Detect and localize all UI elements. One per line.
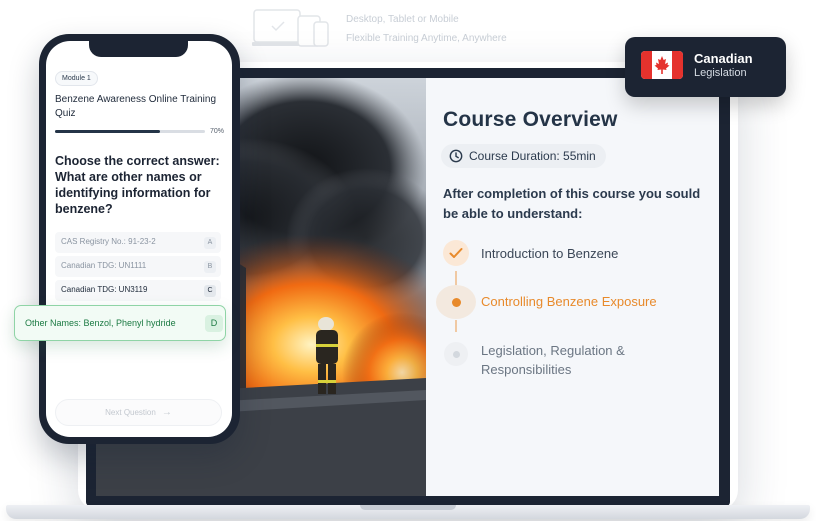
answer-text: CAS Registry No.: 91-23-2 bbox=[61, 237, 156, 246]
arrow-right-icon: → bbox=[161, 407, 172, 418]
badge-subtitle: Legislation bbox=[694, 67, 747, 79]
answer-text: Canadian TDG: UN3119 bbox=[61, 285, 148, 294]
devices-illustration-icon bbox=[252, 8, 336, 52]
answer-option-c[interactable]: Canadian TDG: UN3119 C bbox=[55, 280, 221, 301]
answer-key: D bbox=[205, 315, 223, 332]
course-title: Course Overview bbox=[443, 108, 618, 131]
current-step-icon bbox=[436, 285, 476, 319]
module-chip: Module 1 bbox=[55, 71, 98, 86]
next-question-button[interactable]: Next Question → bbox=[55, 399, 222, 426]
top-caption-line1: Desktop, Tablet or Mobile bbox=[346, 14, 459, 25]
answer-key: C bbox=[204, 285, 216, 297]
answer-key: A bbox=[204, 237, 216, 249]
course-step-label: Controlling Benzene Exposure bbox=[481, 294, 657, 309]
next-question-label: Next Question bbox=[105, 408, 156, 417]
quiz-progress-label: 70% bbox=[210, 128, 225, 135]
course-intro-text: After completion of this course you soul… bbox=[443, 186, 701, 221]
answer-option-d-selected[interactable]: Other Names: Benzol, Phenyl hydride D bbox=[14, 305, 226, 341]
answer-text: Other Names: Benzol, Phenyl hydride bbox=[25, 318, 176, 328]
answer-text: Canadian TDG: UN1111 bbox=[61, 261, 147, 270]
quiz-title: Benzene Awareness Online Training Quiz bbox=[55, 94, 217, 119]
answer-key: B bbox=[204, 261, 216, 273]
top-caption-line2: Flexible Training Anytime, Anywhere bbox=[346, 33, 507, 44]
clock-icon bbox=[449, 149, 463, 163]
step-connector bbox=[455, 320, 457, 332]
quiz-progress-fill bbox=[55, 130, 160, 133]
phone-notch bbox=[89, 39, 188, 57]
badge-title: Canadian bbox=[694, 51, 753, 66]
laptop-notch bbox=[360, 505, 456, 510]
canada-flag-icon bbox=[641, 51, 683, 79]
course-duration-pill: Course Duration: 55min bbox=[441, 144, 606, 168]
canadian-legislation-badge: Canadian Legislation bbox=[625, 37, 786, 97]
answer-option-a[interactable]: CAS Registry No.: 91-23-2 A bbox=[55, 232, 221, 253]
answer-option-b[interactable]: Canadian TDG: UN1111 B bbox=[55, 256, 221, 277]
upcoming-step-icon bbox=[444, 342, 468, 366]
quiz-progress-bar bbox=[55, 130, 205, 133]
check-icon bbox=[443, 240, 469, 266]
course-overview-panel: Course Overview Course Duration: 55min A… bbox=[426, 78, 719, 496]
course-step-label: Introduction to Benzene bbox=[481, 246, 619, 261]
course-step-label: Legislation, Regulation & Responsibiliti… bbox=[481, 343, 625, 377]
course-duration-text: Course Duration: 55min bbox=[469, 149, 596, 163]
quiz-question: Choose the correct answer: What are othe… bbox=[55, 154, 220, 216]
